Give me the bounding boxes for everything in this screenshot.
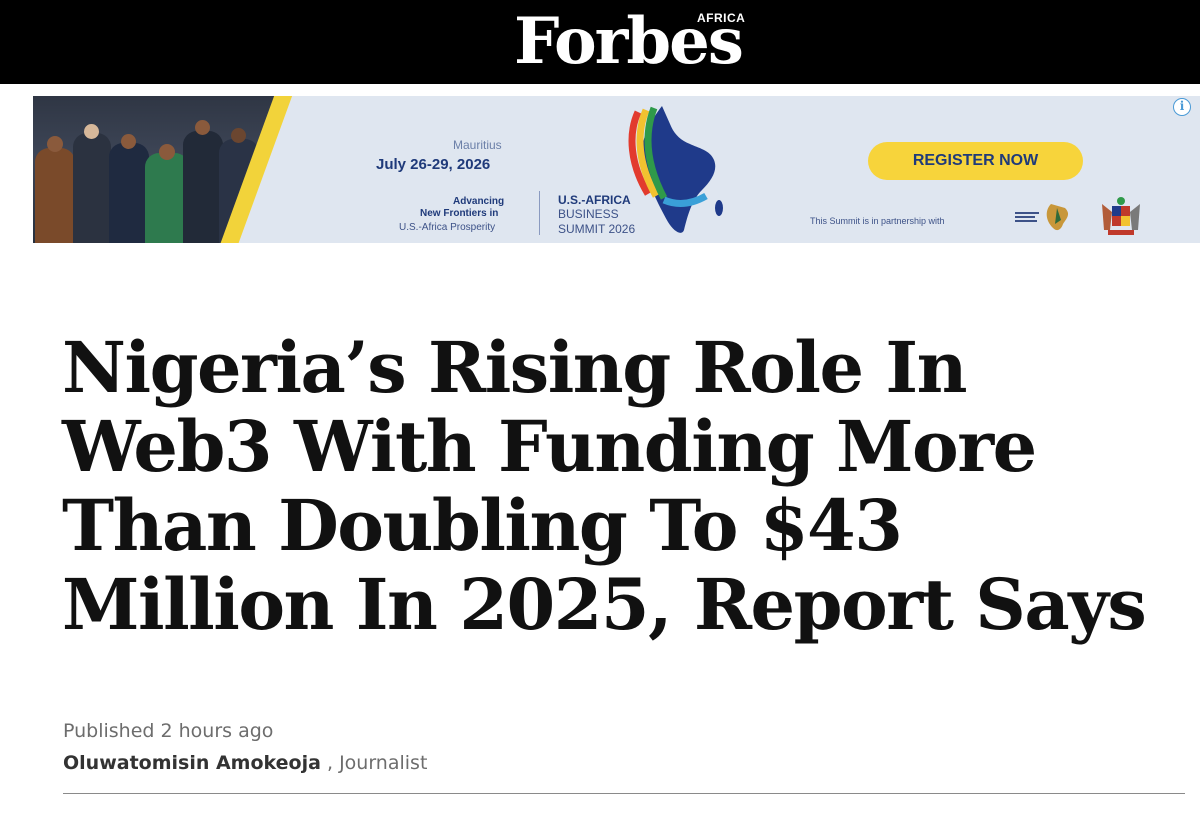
byline-divider (63, 793, 1185, 794)
ad-summit-subtitle: BUSINESS (558, 207, 619, 221)
site-header: Forbes AFRICA (0, 0, 1200, 84)
published-time: Published 2 hours ago (63, 720, 274, 742)
author-link[interactable]: Oluwatomisin Amokeoja (63, 752, 321, 774)
ad-tagline-2: New Frontiers in (420, 208, 499, 219)
ad-divider (539, 191, 540, 235)
ad-city: Mauritius (453, 138, 502, 152)
ad-tagline-3: U.S.-Africa Prosperity (399, 222, 496, 233)
article-headline: Nigeria’s Rising Role In Web3 With Fundi… (62, 326, 1147, 646)
ad-dates: July 26-29, 2026 (376, 156, 491, 173)
edition-label: AFRICA (697, 11, 746, 25)
corporate-council-logo-icon (1013, 204, 1069, 231)
ad-partner-text: This Summit is in partnership with (810, 216, 945, 226)
author-role: Journalist (339, 752, 428, 774)
byline: Oluwatomisin Amokeoja , Journalist (63, 752, 427, 774)
register-now-button[interactable]: REGISTER NOW (868, 142, 1083, 180)
mauritius-coat-of-arms-icon (1102, 197, 1140, 235)
ad-banner[interactable]: Mauritius July 26-29, 2026 Advancing New… (33, 96, 1200, 243)
ad-tagline-1: Advancing (453, 196, 505, 207)
ad-info-icon[interactable]: i (1173, 98, 1191, 116)
byline-separator: , (320, 752, 340, 774)
africa-map-icon (628, 106, 723, 233)
